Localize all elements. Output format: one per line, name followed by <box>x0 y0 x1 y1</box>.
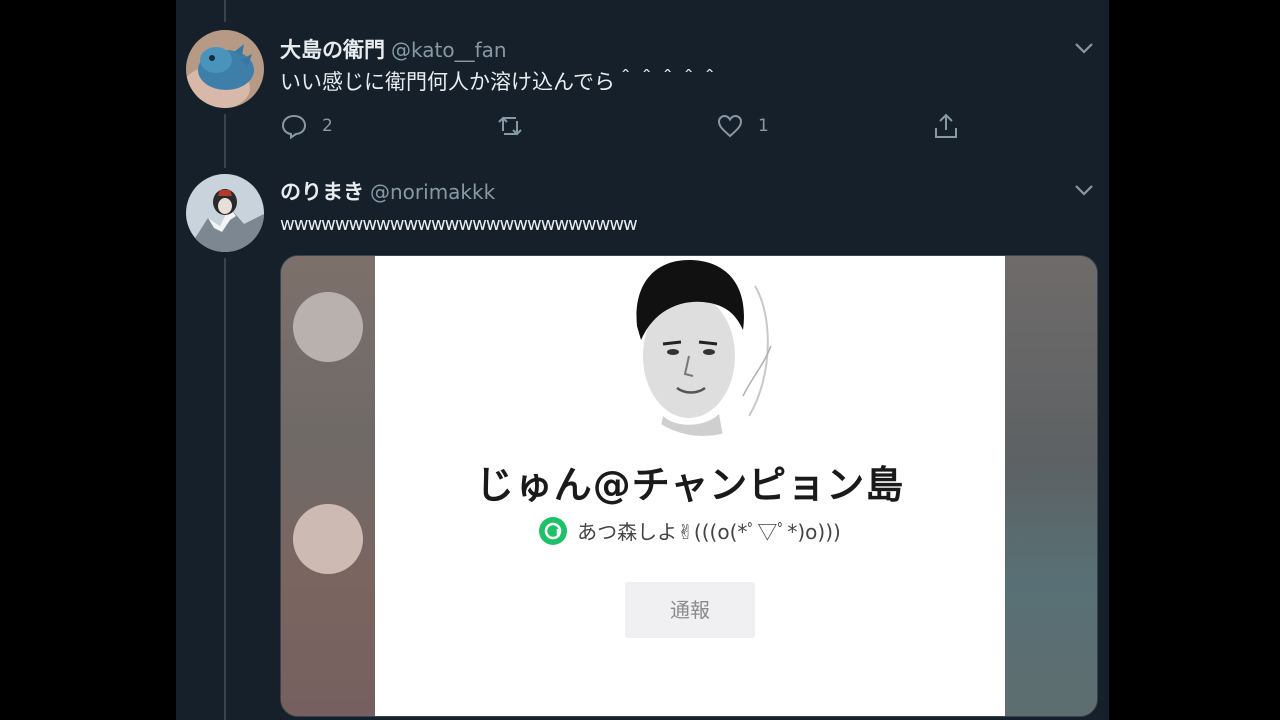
blurred-icon-circle <box>293 292 363 362</box>
share-button[interactable] <box>932 112 960 140</box>
chevron-down-icon[interactable] <box>1071 180 1097 200</box>
tweet-header: 大島の衛門 @kato__fan <box>280 34 507 64</box>
line-voom-icon <box>539 516 568 545</box>
retweet-icon <box>498 116 522 136</box>
profile-name: じゅん@チャンピョン島 <box>475 463 905 507</box>
status-text: あつ森しよ✌(((o(*ﾟ▽ﾟ*)o))) <box>577 520 841 544</box>
share-icon <box>935 113 957 138</box>
tweet-1[interactable]: 大島の衛門@kato__fan いい感じに衛門何人か溶け込んでら＾＾＾＾＾ 2 <box>176 0 1109 160</box>
reply-icon <box>281 114 307 140</box>
user-handle[interactable]: @norimakkk <box>370 180 495 204</box>
heart-icon <box>717 114 743 138</box>
media-background-right <box>1005 256 1097 716</box>
timeline: 大島の衛門@kato__fan いい感じに衛門何人か溶け込んでら＾＾＾＾＾ 2 <box>176 0 1109 720</box>
display-name[interactable]: のりまき <box>280 180 364 204</box>
tweet-media[interactable]: じゅん@チャンピョン島 あつ森しよ✌(((o(*ﾟ▽ﾟ*)o))) 通報 <box>280 255 1098 717</box>
profile-portrait <box>623 256 783 436</box>
tweet-text: いい感じに衛門何人か溶け込んでら＾＾＾＾＾ <box>280 70 720 94</box>
tweet-text: wwwwwwwwwwwwwwwwwwwwwwwwww <box>280 214 638 235</box>
retweet-button[interactable] <box>496 112 538 140</box>
display-name[interactable]: 大島の衛門 <box>280 38 385 62</box>
report-button[interactable]: 通報 <box>625 582 755 638</box>
tweet-header: のりまき @norimakkk <box>280 176 495 206</box>
like-count: 1 <box>758 116 769 136</box>
reply-button[interactable]: 2 <box>280 112 333 140</box>
like-button[interactable]: 1 <box>716 112 769 140</box>
avatar[interactable] <box>186 174 264 252</box>
blurred-icon-circle <box>293 504 363 574</box>
reply-count: 2 <box>322 116 333 136</box>
tweet-actions: 2 1 <box>280 112 970 144</box>
user-handle[interactable]: @kato__fan <box>391 38 507 62</box>
profile-status: あつ森しよ✌(((o(*ﾟ▽ﾟ*)o))) <box>375 516 1005 545</box>
profile-card: じゅん@チャンピョン島 あつ森しよ✌(((o(*ﾟ▽ﾟ*)o))) 通報 <box>375 256 1005 716</box>
chevron-down-icon[interactable] <box>1071 38 1097 58</box>
avatar[interactable] <box>186 30 264 108</box>
